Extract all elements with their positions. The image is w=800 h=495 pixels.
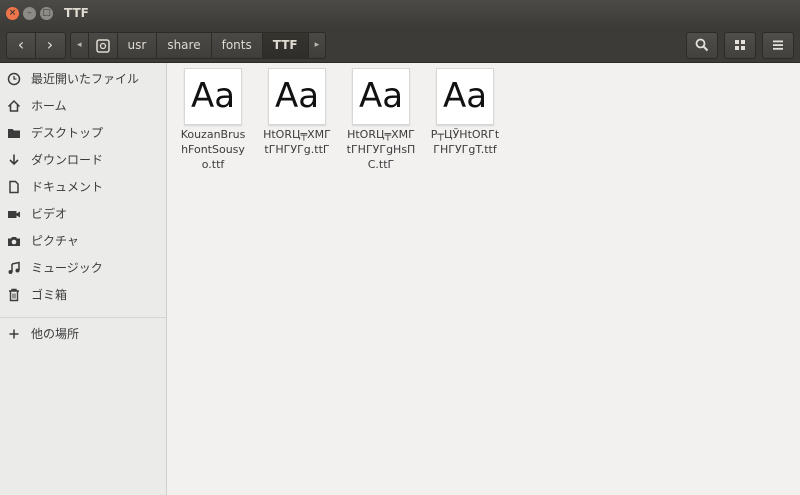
- breadcrumb: ◂ usr share fonts TTF ▸: [70, 32, 327, 59]
- sidebar-item-label: デスクトップ: [31, 126, 104, 140]
- trash-icon: [9, 288, 19, 301]
- chevron-right-icon: ›: [46, 35, 54, 54]
- sidebar-item-desktop[interactable]: デスクトップ: [0, 119, 166, 146]
- sidebar-item-label: 最近開いたファイル: [31, 72, 140, 86]
- sidebar-item-label: ピクチャ: [31, 234, 79, 248]
- menu-button[interactable]: [762, 32, 794, 59]
- file-manager-window: × – □ TTF ‹ › ◂ usr share fonts TTF ▸ 最近…: [0, 0, 800, 495]
- file-item[interactable]: Aa Р┬ЦЎНtОRГtГНГУГgT.ttf: [426, 68, 504, 157]
- file-view: Aa KouzanBrushFontSousyo.ttf Aa HtORЦ╤XM…: [167, 63, 800, 495]
- close-icon: ×: [8, 8, 17, 18]
- sidebar-item-label: ホーム: [31, 99, 67, 113]
- sidebar-item-label: 他の場所: [31, 327, 80, 341]
- hamburger-icon: [773, 40, 783, 50]
- search-button[interactable]: [686, 32, 718, 59]
- download-icon: [9, 154, 19, 165]
- music-icon: [8, 261, 20, 274]
- file-name: KouzanBrushFontSousyo.ttf: [180, 128, 246, 171]
- document-icon: [9, 180, 19, 193]
- file-item[interactable]: Aa KouzanBrushFontSousyo.ttf: [174, 68, 252, 172]
- sidebar-item-trash[interactable]: ゴミ箱: [0, 281, 166, 308]
- clock-icon: [7, 72, 21, 85]
- toolbar: ‹ › ◂ usr share fonts TTF ▸: [0, 28, 800, 63]
- forward-button[interactable]: ›: [36, 33, 64, 58]
- maximize-window-button[interactable]: □: [40, 7, 53, 20]
- drive-icon: [95, 38, 110, 53]
- breadcrumb-ttf[interactable]: TTF: [262, 32, 309, 59]
- minimize-icon: –: [27, 8, 32, 18]
- file-name: Р┬ЦЎНtОRГtГНГУГgT.ttf: [430, 128, 500, 156]
- camera-icon: [8, 236, 20, 246]
- sidebar-item-label: ダウンロード: [31, 153, 104, 167]
- back-button[interactable]: ‹: [7, 33, 36, 58]
- triangle-right-icon: ▸: [314, 40, 320, 50]
- maximize-icon: □: [42, 8, 51, 18]
- file-item[interactable]: Aa HtORЦ╤XMГtГНГУГgHsПС.ttГ: [342, 68, 420, 172]
- font-preview-thumbnail: Aa: [352, 68, 410, 125]
- file-item[interactable]: Aa HtORЦ╤XMГtГНГУГg.ttГ: [258, 68, 336, 157]
- sidebar-item-videos[interactable]: ビデオ: [0, 200, 166, 227]
- font-preview-thumbnail: Aa: [268, 68, 326, 125]
- breadcrumb-root-button[interactable]: [88, 32, 118, 59]
- font-preview-thumbnail: Aa: [436, 68, 494, 125]
- breadcrumb-scroll-right-button[interactable]: ▸: [308, 32, 327, 59]
- video-icon: [8, 210, 20, 218]
- home-icon: [7, 99, 21, 112]
- sidebar-item-music[interactable]: ミュージック: [0, 254, 166, 281]
- view-grid-button[interactable]: [724, 32, 756, 59]
- plus-icon: [9, 329, 19, 338]
- font-preview-thumbnail: Aa: [184, 68, 242, 125]
- chevron-left-icon: ‹: [17, 35, 25, 54]
- sidebar-item-other-locations[interactable]: 他の場所: [0, 320, 166, 347]
- sidebar-item-pictures[interactable]: ピクチャ: [0, 227, 166, 254]
- sidebar-item-label: ビデオ: [31, 207, 68, 221]
- close-window-button[interactable]: ×: [6, 7, 19, 20]
- sidebar-item-label: ゴミ箱: [31, 288, 68, 302]
- sidebar: 最近開いたファイル ホーム デスクトップ ダウンロード ドキュメント ビデオ ピ…: [0, 63, 167, 495]
- breadcrumb-share[interactable]: share: [157, 32, 212, 59]
- folder-icon: [8, 128, 20, 138]
- grid-icon: [735, 40, 745, 50]
- title-bar: × – □ TTF: [0, 0, 800, 28]
- file-name: HtORЦ╤XMГtГНГУГgHsПС.ttГ: [346, 128, 416, 171]
- sidebar-item-downloads[interactable]: ダウンロード: [0, 146, 166, 173]
- triangle-left-icon: ◂: [77, 40, 82, 50]
- sidebar-item-home[interactable]: ホーム: [0, 92, 166, 119]
- sidebar-item-recent[interactable]: 最近開いたファイル: [0, 65, 166, 92]
- breadcrumb-usr[interactable]: usr: [117, 32, 158, 59]
- sidebar-item-documents[interactable]: ドキュメント: [0, 173, 166, 200]
- breadcrumb-fonts[interactable]: fonts: [211, 32, 263, 59]
- history-nav: ‹ ›: [6, 32, 66, 59]
- sidebar-item-label: ドキュメント: [31, 180, 104, 194]
- search-icon: [695, 38, 709, 52]
- breadcrumb-scroll-left-button[interactable]: ◂: [70, 32, 89, 59]
- file-name: HtORЦ╤XMГtГНГУГg.ttГ: [263, 128, 331, 156]
- sidebar-divider: [0, 317, 166, 318]
- window-title: TTF: [64, 6, 89, 20]
- sidebar-item-label: ミュージック: [31, 261, 103, 275]
- minimize-window-button[interactable]: –: [23, 7, 36, 20]
